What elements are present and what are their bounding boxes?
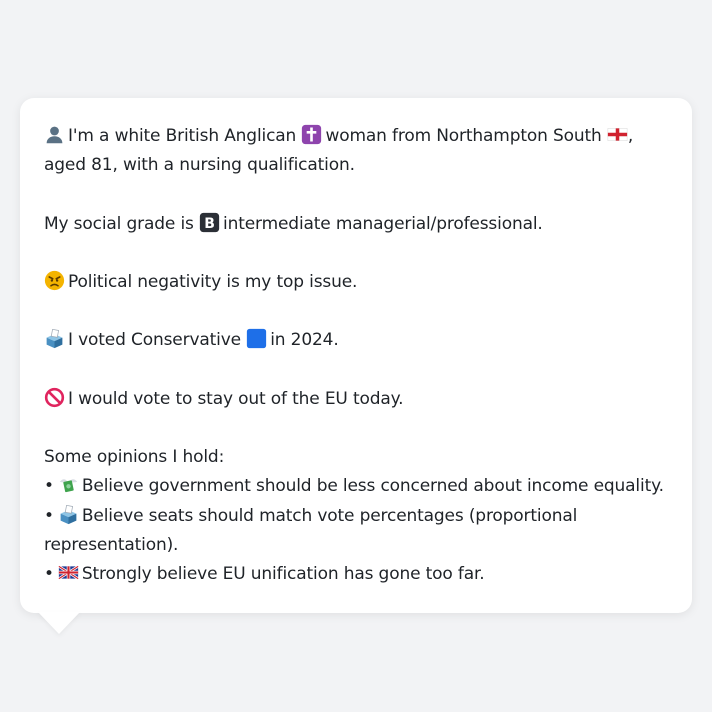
blue-square-icon [247,329,267,349]
chat-bubble: I'm a white British Anglican woman from … [20,98,692,613]
opinion-text: Believe seats should match vote percenta… [44,505,578,555]
bullet: • [44,563,54,584]
vote-prefix: I voted Conservative [68,330,241,351]
prohibited-icon [44,387,65,407]
grade-suffix: intermediate managerial/professional. [223,213,543,234]
ballot-box-icon [60,504,77,524]
chat-bubble-tail [38,612,80,634]
top-issue-text: Political negativity is my top issue. [68,271,358,292]
bullet: • [44,476,54,497]
vote-line: I voted Conservative in 2024. [44,326,668,355]
person-silhouette-icon [46,126,63,144]
vote-suffix: in 2024. [270,330,339,351]
bullet: • [44,505,54,526]
social-grade-line: My social grade is B intermediate manage… [44,210,668,239]
england-flag-icon [607,128,628,141]
latin-cross-icon [302,124,322,145]
eu-vote-line: I would vote to stay out of the EU today… [44,385,668,414]
ballot-box-icon [46,329,63,349]
b-button-icon: B [199,212,220,232]
angry-face-icon [44,270,65,291]
uk-flag-icon [58,565,79,580]
money-with-wings-icon [59,479,78,493]
opinion-text: Strongly believe EU unification has gone… [81,563,485,584]
opinion-item: • Believe seats should match vote percen… [44,502,668,560]
message-content: I'm a white British Anglican woman from … [44,122,668,589]
bio-text-b: woman from Northampton South [325,126,602,146]
bio-line: I'm a white British Anglican woman from … [44,122,668,180]
svg-text:B: B [204,215,215,231]
top-issue-line: Political negativity is my top issue. [44,268,668,297]
opinions-heading: Some opinions I hold: [44,447,225,468]
opinion-text: Believe government should be less concer… [81,476,664,497]
bio-text-a: I'm a white British Anglican [68,126,297,146]
opinion-item: • Strongly believe EU unification has go… [44,560,668,589]
eu-vote-text: I would vote to stay out of the EU today… [68,388,404,409]
opinion-item: • Believe government should be less conc… [44,472,668,501]
grade-prefix: My social grade is [44,213,194,234]
